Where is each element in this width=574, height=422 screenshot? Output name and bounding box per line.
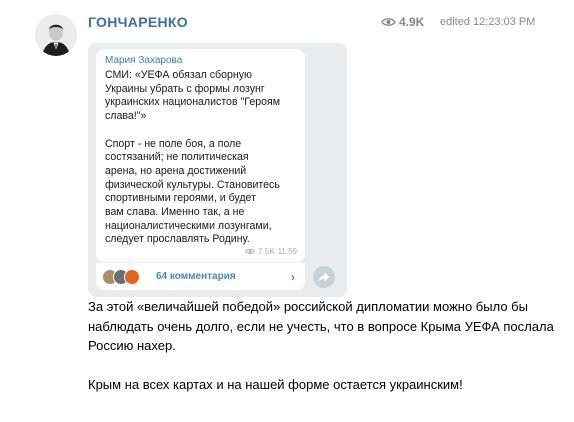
comments-bar: 64 комментария › — [96, 262, 305, 290]
quoted-message-time: 11:59 — [277, 247, 297, 256]
share-arrow-icon — [313, 266, 335, 288]
eye-icon — [381, 18, 396, 26]
comments-count-label: 64 комментария — [156, 271, 236, 282]
commenter-avatar — [124, 268, 140, 285]
post-body: За этой «величайшей победой» российской … — [88, 297, 558, 395]
quoted-message-card: Мария Захарова СМИ: «УЕФА обязал сборную… — [96, 49, 305, 262]
post-paragraph: Крым на всех картах и на нашей форме ост… — [88, 377, 463, 392]
avatar-portrait-icon — [35, 14, 77, 56]
quoted-message-meta: 7.5K 11:59 — [245, 247, 297, 256]
views-count: 4.9K — [399, 15, 425, 29]
post-views: 4.9K — [381, 15, 424, 29]
eye-icon — [245, 248, 255, 255]
forwarded-screenshot-image[interactable]: Мария Захарова СМИ: «УЕФА обязал сборную… — [88, 43, 347, 297]
post-paragraph: За этой «величайшей победой» российской … — [88, 299, 554, 353]
quoted-views-count: 7.5K — [258, 247, 275, 256]
chevron-right-icon: › — [291, 269, 295, 284]
channel-avatar[interactable] — [35, 14, 77, 56]
quoted-message-author: Мария Захарова — [105, 55, 183, 66]
edited-timestamp: edited 12:23:03 PM — [440, 16, 536, 28]
commenter-avatars — [102, 268, 146, 285]
channel-name[interactable]: ГОНЧАРЕНКО — [88, 14, 188, 30]
quoted-message-text: СМИ: «УЕФА обязал сборную Украины убрать… — [105, 69, 281, 246]
